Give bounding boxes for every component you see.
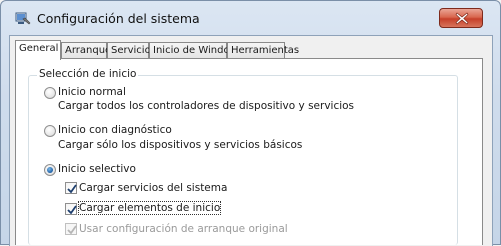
load-system-services-label[interactable]: Cargar servicios del sistema bbox=[79, 182, 227, 194]
load-system-services-checkbox[interactable] bbox=[65, 182, 77, 194]
selective-startup-label[interactable]: Inicio selectivo bbox=[58, 163, 136, 175]
tab-inicio-windows[interactable]: Inicio de Windows bbox=[149, 42, 243, 59]
use-original-boot-config-label: Usar configuración de arranque original bbox=[79, 223, 288, 235]
close-icon bbox=[455, 12, 469, 25]
system-config-icon bbox=[15, 10, 31, 26]
diagnostic-startup-description: Cargar sólo los dispositivos y servicios… bbox=[58, 139, 303, 151]
window-title: Configuración del sistema bbox=[37, 11, 200, 26]
normal-startup-description: Cargar todos los controladores de dispos… bbox=[58, 100, 355, 112]
group-label: Selección de inicio bbox=[37, 68, 139, 80]
tab-general[interactable]: General bbox=[15, 40, 61, 60]
close-button[interactable] bbox=[439, 8, 483, 28]
checkmark-icon bbox=[67, 184, 77, 194]
diagnostic-startup-label[interactable]: Inicio con diagnóstico bbox=[58, 124, 172, 136]
selective-startup-radio[interactable] bbox=[44, 164, 56, 176]
tab-servicios[interactable]: Servicios bbox=[107, 42, 156, 59]
diagnostic-startup-radio[interactable] bbox=[44, 125, 56, 137]
load-startup-items-checkbox[interactable] bbox=[65, 203, 77, 215]
checkmark-icon bbox=[67, 225, 77, 235]
title-bar[interactable]: Configuración del sistema bbox=[1, 1, 500, 35]
load-startup-items-label[interactable]: Cargar elementos de inicio bbox=[77, 201, 222, 215]
use-original-boot-config-checkbox bbox=[65, 223, 77, 235]
tab-arranque[interactable]: Arranque bbox=[61, 42, 111, 59]
normal-startup-radio[interactable] bbox=[44, 87, 56, 99]
checkmark-icon bbox=[67, 205, 77, 215]
normal-startup-label[interactable]: Inicio normal bbox=[58, 86, 126, 98]
tab-herramientas[interactable]: Herramientas bbox=[227, 42, 299, 59]
